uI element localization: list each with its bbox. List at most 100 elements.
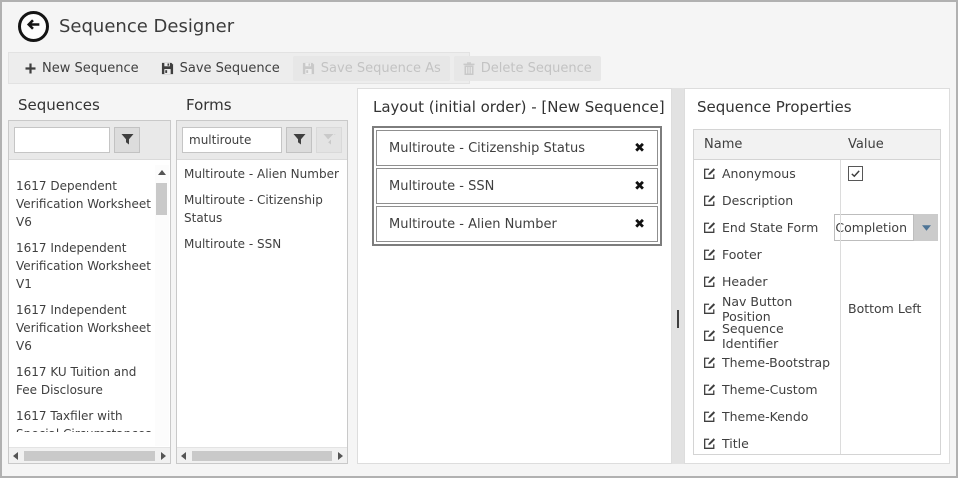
toolbar-button-label: Save Sequence	[180, 61, 280, 76]
toolbar-button-label: New Sequence	[42, 61, 139, 76]
splitter-handle-icon[interactable]	[677, 310, 679, 328]
clear-filter-icon	[323, 131, 336, 150]
property-name-cell[interactable]: Theme-Kendo	[694, 409, 840, 424]
forms-clear-filter-button[interactable]	[316, 127, 342, 153]
property-name-label: Theme-Bootstrap	[722, 355, 830, 370]
layout-item[interactable]: Multiroute - SSN ✖	[376, 168, 658, 204]
property-name-cell[interactable]: Sequence Identifier	[694, 321, 840, 351]
property-row: Title	[694, 430, 940, 455]
list-item[interactable]: Multiroute - Alien Number	[184, 165, 345, 183]
pencil-square-icon	[703, 410, 716, 423]
forms-horizontal-scrollbar[interactable]	[177, 447, 347, 463]
layout-item[interactable]: Multiroute - Alien Number ✖	[376, 206, 658, 242]
checkbox[interactable]	[848, 166, 863, 181]
properties-table: Name Value AnonymousDescriptionEnd State…	[693, 129, 941, 455]
property-value-cell: Completion	[826, 214, 940, 241]
property-name-cell[interactable]: Anonymous	[694, 166, 840, 181]
scroll-right-icon[interactable]	[338, 452, 343, 460]
sequences-panel-title: Sequences	[18, 96, 100, 114]
column-divider	[840, 130, 841, 454]
pencil-square-icon	[703, 437, 716, 450]
property-name-cell[interactable]: Footer	[694, 247, 840, 262]
layout-item[interactable]: Multiroute - Citizenship Status✖	[376, 130, 658, 166]
scroll-up-icon[interactable]	[158, 170, 166, 175]
property-name-cell[interactable]: Title	[694, 436, 840, 451]
panel-splitter[interactable]	[672, 88, 684, 464]
header: Sequence Designer	[18, 11, 234, 42]
back-button[interactable]	[18, 11, 49, 42]
page-title: Sequence Designer	[59, 16, 234, 37]
pencil-square-icon	[703, 194, 716, 207]
list-item[interactable]: 1617 KU Tuition and Fee Disclosure	[16, 363, 154, 399]
column-header-name: Name	[694, 137, 840, 152]
sequences-filter-button[interactable]	[114, 127, 140, 153]
pencil-square-icon	[703, 248, 716, 261]
property-name-cell[interactable]: Nav Button Position	[694, 294, 840, 324]
property-name-label: End State Form	[722, 220, 818, 235]
property-row: Anonymous	[694, 160, 940, 187]
property-name-cell[interactable]: End State Form	[694, 220, 826, 235]
forms-search-input[interactable]	[182, 127, 282, 153]
dropdown-selected-value: Completion	[834, 214, 914, 241]
property-name-label: Theme-Custom	[722, 382, 818, 397]
scrollbar-thumb[interactable]	[24, 451, 155, 461]
save-sequence-button[interactable]: Save Sequence	[152, 56, 289, 81]
remove-item-icon[interactable]: ✖	[634, 142, 645, 155]
property-name-label: Footer	[722, 247, 762, 262]
property-row: End State Form Completion	[694, 214, 940, 241]
filter-icon	[121, 131, 134, 150]
list-item[interactable]: 1617 Taxfiler with Special Circumstances	[16, 407, 154, 432]
forms-search-row	[177, 121, 347, 160]
remove-item-icon[interactable]: ✖	[634, 180, 645, 193]
scroll-left-icon[interactable]	[13, 452, 18, 460]
property-name-label: Sequence Identifier	[722, 321, 840, 351]
end-state-form-dropdown[interactable]: Completion	[834, 214, 938, 241]
sequence-designer-window: Sequence Designer New Sequence Save Seque…	[0, 0, 958, 478]
list-item[interactable]: 1617 Independent Verification Worksheet …	[16, 239, 154, 293]
property-value-cell	[840, 166, 940, 181]
layout-item-label: Multiroute - SSN	[389, 179, 494, 194]
pencil-square-icon	[703, 167, 716, 180]
list-item[interactable]: 1617 Dependent Verification Worksheet V6	[16, 177, 154, 231]
save-icon	[161, 62, 174, 75]
dropdown-open-button[interactable]	[914, 214, 938, 241]
property-row: Theme-Kendo	[694, 403, 940, 430]
list-item[interactable]: Multiroute - Citizenship Status	[184, 191, 345, 227]
list-item-clipped[interactable]: V1	[16, 165, 154, 171]
back-arrow-icon	[25, 16, 42, 37]
property-name-label: Nav Button Position	[722, 294, 840, 324]
property-value-text: Bottom Left	[848, 301, 921, 316]
forms-list: Multiroute - Alien Number Multiroute - Ci…	[177, 160, 347, 447]
property-name-label: Anonymous	[722, 166, 796, 181]
pencil-square-icon	[703, 302, 716, 315]
forms-filter-button[interactable]	[286, 127, 312, 153]
scrollbar-thumb[interactable]	[192, 451, 332, 461]
property-name-cell[interactable]: Description	[694, 193, 840, 208]
save-sequence-as-button[interactable]: Save Sequence As	[293, 56, 450, 81]
sequences-search-input[interactable]	[14, 127, 110, 153]
trash-icon	[463, 62, 475, 75]
property-name-cell[interactable]: Theme-Bootstrap	[694, 355, 840, 370]
scroll-right-icon[interactable]	[161, 452, 166, 460]
property-row: Theme-Custom	[694, 376, 940, 403]
pencil-square-icon	[703, 356, 716, 369]
remove-item-icon[interactable]: ✖	[634, 218, 645, 231]
pencil-square-icon	[703, 275, 716, 288]
sequence-properties-panel: Sequence Properties Name Value Anonymous…	[684, 88, 950, 464]
property-row: Footer	[694, 241, 940, 268]
sequences-list: V1 1617 Dependent Verification Worksheet…	[9, 160, 170, 432]
property-name-label: Theme-Kendo	[722, 409, 808, 424]
layout-item-label: Multiroute - Alien Number	[389, 217, 557, 232]
scrollbar-thumb[interactable]	[156, 183, 167, 215]
toolbar-button-label: Delete Sequence	[481, 61, 592, 76]
dropdown-arrow-icon	[922, 225, 931, 231]
sequences-vertical-scrollbar[interactable]	[155, 165, 169, 446]
new-sequence-button[interactable]: New Sequence	[16, 56, 148, 81]
list-item[interactable]: 1617 Independent Verification Worksheet …	[16, 301, 154, 355]
sequences-horizontal-scrollbar[interactable]	[9, 447, 170, 463]
scroll-left-icon[interactable]	[181, 452, 186, 460]
delete-sequence-button[interactable]: Delete Sequence	[454, 56, 601, 81]
property-name-cell[interactable]: Theme-Custom	[694, 382, 840, 397]
property-name-cell[interactable]: Header	[694, 274, 840, 289]
list-item[interactable]: Multiroute - SSN	[184, 235, 345, 253]
